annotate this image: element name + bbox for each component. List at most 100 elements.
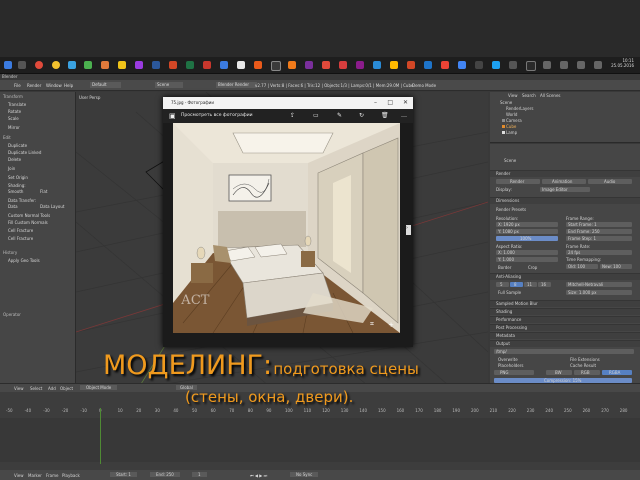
end-frame-field[interactable]: End Frame: 250: [566, 229, 632, 234]
menu-file[interactable]: File: [14, 83, 21, 88]
app-icon[interactable]: [135, 61, 143, 69]
smooth-button[interactable]: Smooth: [8, 189, 23, 194]
translate-button[interactable]: Translate: [8, 102, 26, 107]
view-all-photos-link[interactable]: Просмотреть все фотографии: [181, 113, 253, 118]
slideshow-icon[interactable]: ▭: [313, 112, 319, 119]
menu-window[interactable]: Window: [46, 83, 62, 88]
app-icon[interactable]: [458, 61, 466, 69]
color-rgb-button[interactable]: RGB: [574, 370, 600, 375]
start-frame-field-tl[interactable]: Start: 1: [110, 472, 137, 477]
cell-fracture-button[interactable]: Cell Fracture: [8, 228, 33, 233]
overwrite-checkbox[interactable]: Overwrite: [498, 357, 518, 362]
app-icon[interactable]: [237, 61, 245, 69]
search-icon[interactable]: [18, 61, 26, 69]
clock[interactable]: 10:11 25.05.2016: [611, 58, 634, 68]
object-menu[interactable]: Object: [60, 386, 73, 391]
current-frame-field[interactable]: 1: [192, 472, 207, 477]
app-icon[interactable]: [203, 61, 211, 69]
outliner-item-cube[interactable]: Cube: [506, 124, 516, 129]
app-icon[interactable]: [220, 61, 228, 69]
outliner-item-scene[interactable]: Scene: [500, 100, 512, 105]
zoom-icon[interactable]: +: [388, 321, 394, 329]
end-frame-field-tl[interactable]: End: 250: [150, 472, 180, 477]
app-icon[interactable]: [101, 61, 109, 69]
menu-help[interactable]: Help: [64, 83, 73, 88]
app-icon[interactable]: [356, 61, 364, 69]
start-frame-field[interactable]: Start Frame: 1: [566, 222, 632, 227]
select-menu[interactable]: Select: [30, 386, 42, 391]
placeholders-checkbox[interactable]: Placeholders: [498, 363, 523, 368]
add-menu[interactable]: Add: [48, 386, 56, 391]
delete-button[interactable]: Delete: [8, 157, 21, 162]
crop-checkbox[interactable]: Crop: [528, 265, 537, 270]
timeline-marker-menu[interactable]: Marker: [28, 473, 42, 478]
app-icon[interactable]: [424, 61, 432, 69]
app-icon[interactable]: [254, 61, 262, 69]
playback-controls[interactable]: ⏮ ◀ ▶ ⏭: [250, 473, 267, 478]
app-icon[interactable]: [475, 61, 483, 69]
frame-rate-dropdown[interactable]: 24 fps: [566, 250, 632, 255]
scale-button[interactable]: Scale: [8, 116, 19, 121]
app-icon[interactable]: [305, 61, 313, 69]
photo-viewer-window[interactable]: 75.jpg - Фотографии – □ ✕ ▣ Просмотреть …: [163, 97, 413, 347]
panel-output[interactable]: Output: [490, 340, 640, 347]
duplicate-button[interactable]: Duplicate: [8, 143, 27, 148]
app-icon[interactable]: [84, 61, 92, 69]
outliner-search-menu[interactable]: Search: [522, 93, 536, 98]
time-old-field[interactable]: Old: 100: [566, 264, 598, 269]
app-icon[interactable]: [322, 61, 330, 69]
more-icon[interactable]: …: [401, 112, 407, 119]
time-new-field[interactable]: New: 100: [600, 264, 632, 269]
panel-performance[interactable]: Performance: [490, 316, 640, 323]
outliner-item-renderlayers[interactable]: RenderLayers: [506, 106, 533, 111]
render-engine-selector[interactable]: Blender Render: [216, 82, 258, 88]
section-operator[interactable]: Operator: [3, 312, 21, 317]
data-layout-button[interactable]: Data Layout: [40, 204, 64, 209]
current-frame-indicator[interactable]: [100, 408, 101, 464]
outliner-display-mode[interactable]: All Scenes: [540, 93, 561, 98]
file-extensions-checkbox[interactable]: File Extensions: [570, 357, 600, 362]
full-sample-checkbox[interactable]: Full Sample: [498, 290, 521, 295]
rotate-icon[interactable]: ↻: [359, 112, 364, 119]
minimize-icon[interactable]: –: [374, 99, 377, 106]
set-origin-button[interactable]: Set Origin: [8, 175, 28, 180]
resolution-percent-slider[interactable]: 100%: [496, 236, 558, 241]
frame-step-field[interactable]: Frame Step: 1: [566, 236, 632, 241]
audio-button[interactable]: Audio: [588, 179, 632, 184]
tray-icon[interactable]: [543, 61, 551, 69]
border-checkbox[interactable]: Border: [498, 265, 511, 270]
animation-button[interactable]: Animation: [542, 179, 586, 184]
zoom-fit-icon[interactable]: ⌗: [370, 320, 374, 329]
resolution-x-field[interactable]: X: 1920 px: [496, 222, 558, 227]
aspect-y-field[interactable]: Y: 1.000: [496, 257, 558, 262]
timeline-playback-menu[interactable]: Playback: [62, 473, 80, 478]
app-icon[interactable]: [373, 61, 381, 69]
excel-icon[interactable]: [186, 61, 194, 69]
color-bw-button[interactable]: BW: [546, 370, 572, 375]
panel-anti-aliasing[interactable]: Anti-Aliasing: [490, 273, 640, 280]
file-format-dropdown[interactable]: PNG: [494, 370, 534, 375]
aa-5-button[interactable]: 5: [496, 282, 509, 287]
mirror-button[interactable]: Mirror: [8, 125, 20, 130]
tray-icon[interactable]: [560, 61, 568, 69]
maximize-icon[interactable]: □: [387, 99, 393, 106]
cache-result-checkbox[interactable]: Cache Result: [570, 363, 596, 368]
app-icon[interactable]: [441, 61, 449, 69]
panel-render[interactable]: Render: [490, 170, 640, 177]
app-icon[interactable]: [68, 61, 76, 69]
app-icon[interactable]: [509, 61, 517, 69]
output-path-field[interactable]: /tmp/: [494, 349, 634, 354]
network-icon[interactable]: [594, 61, 602, 69]
layout-selector[interactable]: Default: [90, 82, 121, 88]
app-icon[interactable]: [390, 61, 398, 69]
browser-icon[interactable]: [35, 61, 43, 69]
app-icon[interactable]: [271, 61, 281, 71]
display-dropdown[interactable]: Image Editor: [540, 187, 590, 192]
timeline-view-menu[interactable]: View: [14, 473, 24, 478]
app-icon[interactable]: [492, 61, 500, 69]
app-icon[interactable]: [526, 61, 536, 71]
fill-custom-normals-button[interactable]: Fill Custom Normals: [8, 220, 48, 225]
join-button[interactable]: Join: [8, 166, 15, 171]
color-rgba-button[interactable]: RGBA: [602, 370, 632, 375]
section-transform[interactable]: Transform: [3, 94, 23, 99]
